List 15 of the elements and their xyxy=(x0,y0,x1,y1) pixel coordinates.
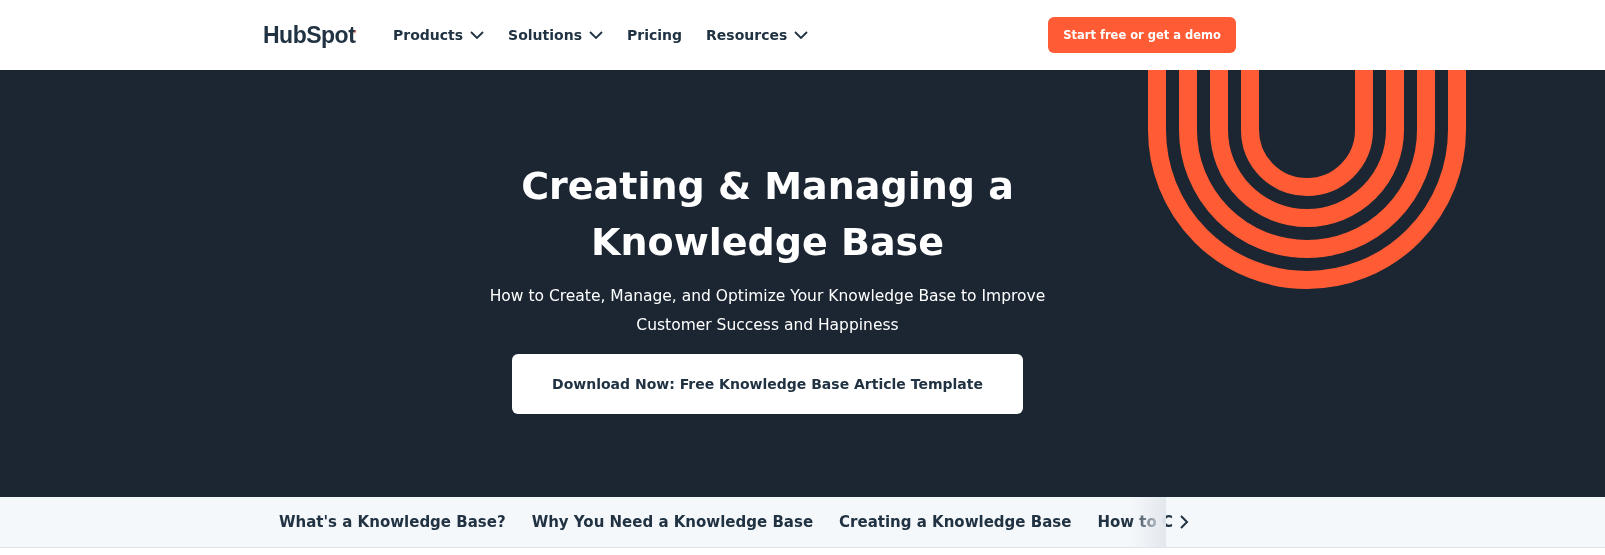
hero-title: Creating & Managing a Knowledge Base xyxy=(521,163,1014,266)
section-tab[interactable]: What's a Knowledge Base? xyxy=(279,513,506,531)
hero-subtitle: How to Create, Manage, and Optimize Your Knowledge Base to Improve Customer Success and Happiness xyxy=(489,286,1046,336)
section-tab[interactable]: Creating a Knowledge Base xyxy=(839,513,1072,531)
nav-link[interactable]: Pricing xyxy=(627,27,683,43)
chevron-down-icon xyxy=(794,31,809,39)
nav-dropdown[interactable]: Resources xyxy=(706,27,809,43)
nav-dropdown[interactable]: Products xyxy=(393,27,485,43)
section-tab[interactable]: Why You Need a Knowledge Base xyxy=(531,513,814,531)
chevron-down-icon xyxy=(589,31,603,39)
hubspot-logo[interactable]: HubSpot xyxy=(263,21,357,49)
nav-dropdown[interactable]: Solutions xyxy=(508,27,603,43)
download-button[interactable]: Download Now: Free Knowledge Base Article Template xyxy=(512,354,1023,414)
chevron-down-icon xyxy=(470,31,485,39)
chevron-right-icon[interactable] xyxy=(1179,514,1189,530)
